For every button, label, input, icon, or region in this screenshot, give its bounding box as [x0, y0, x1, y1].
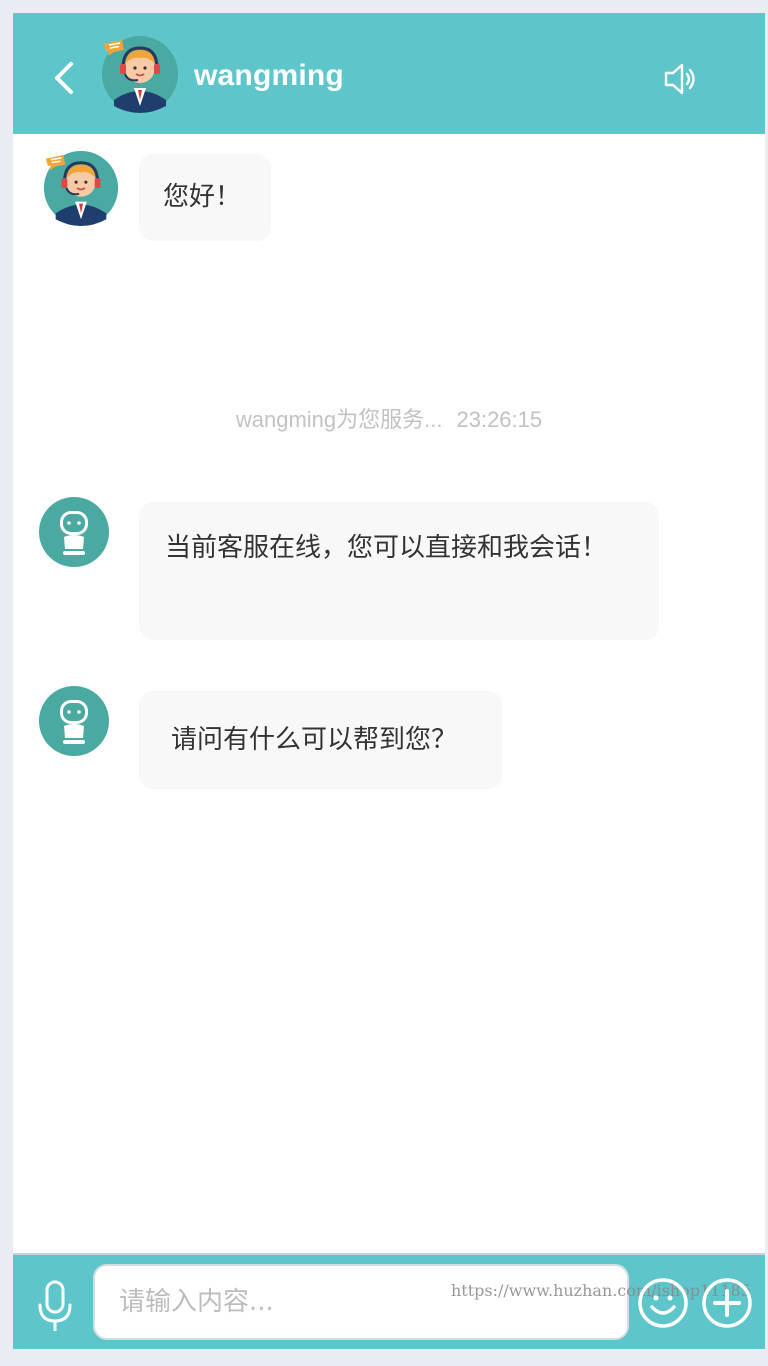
chat-window: wangming 您好！ wangming为您服务... 23:26:15 当前… [13, 13, 765, 1349]
message-time: 23:26:15 [456, 407, 543, 432]
agent-avatar [43, 150, 119, 227]
composer-bar: https://www.huzhan.com/ishop11185 [13, 1253, 765, 1349]
emoji-icon[interactable] [637, 1277, 689, 1329]
back-button[interactable] [47, 58, 83, 98]
message-text: 当前客服在线，您可以直接和我会话！ [165, 533, 608, 563]
add-icon[interactable] [701, 1277, 753, 1329]
bot-avatar [39, 497, 109, 567]
message-text: 您好！ [163, 182, 242, 212]
speaker-icon[interactable] [660, 59, 700, 99]
message-input[interactable] [95, 1266, 627, 1338]
message-bubble: 您好！ [139, 154, 271, 241]
microphone-icon[interactable] [35, 1279, 75, 1335]
chat-header: wangming [13, 13, 765, 134]
message-bubble: 当前客服在线，您可以直接和我会话！ [139, 502, 659, 640]
message-text: 请问有什么可以帮到您？ [171, 725, 458, 755]
chat-title: wangming [194, 59, 344, 92]
service-text: wangming为您服务... [235, 407, 443, 432]
service-status-line: wangming为您服务... 23:26:15 [13, 402, 765, 434]
message-input-wrapper [93, 1264, 629, 1340]
bot-avatar [39, 686, 109, 756]
message-bubble: 请问有什么可以帮到您？ [139, 691, 502, 789]
agent-avatar [102, 36, 178, 113]
